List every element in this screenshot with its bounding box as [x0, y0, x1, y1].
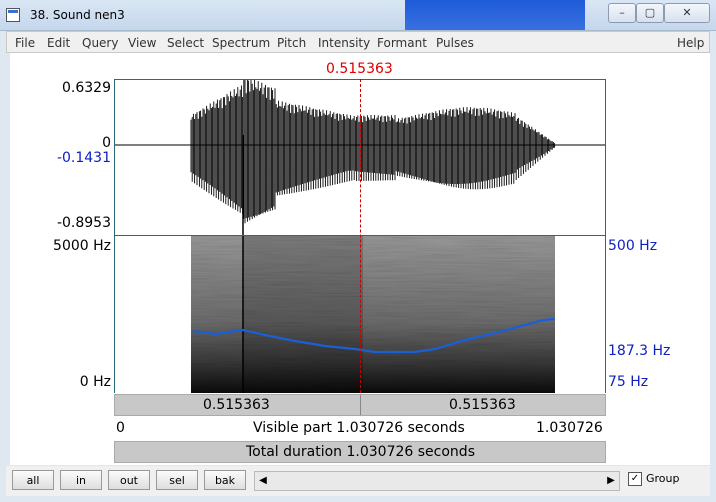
- group-checkbox[interactable]: ✓: [628, 472, 642, 486]
- cursor-time-label: 0.515363: [326, 61, 393, 77]
- total-duration-bar[interactable]: Total duration 1.030726 seconds: [114, 441, 606, 463]
- menu-query[interactable]: Query: [82, 36, 118, 50]
- visible-end: 1.030726: [536, 420, 603, 436]
- selection-left-time: 0.515363: [203, 397, 270, 413]
- group-label: Group: [646, 472, 680, 485]
- menu-pulses[interactable]: Pulses: [436, 36, 474, 50]
- menu-file[interactable]: File: [15, 36, 35, 50]
- zoom-back-button[interactable]: bak: [204, 470, 246, 490]
- menu-spectrum[interactable]: Spectrum: [212, 36, 270, 50]
- visible-start: 0: [116, 420, 125, 436]
- menu-pitch[interactable]: Pitch: [277, 36, 306, 50]
- scroll-right-icon[interactable]: ▶: [604, 473, 618, 489]
- waveform-zero-label: 0: [102, 135, 111, 151]
- visible-part-bar[interactable]: 0 Visible part 1.030726 seconds 1.030726: [114, 418, 606, 440]
- menu-select[interactable]: Select: [167, 36, 204, 50]
- waveform-max-label: 0.6329: [62, 80, 111, 96]
- selection-bar[interactable]: 0.515363 0.515363: [114, 394, 606, 416]
- window-title: 38. Sound nen3: [30, 8, 125, 22]
- total-duration-label: Total duration 1.030726 seconds: [246, 444, 475, 460]
- horizontal-scrollbar[interactable]: ◀ ▶: [254, 471, 620, 491]
- pitch-cursor-value: 187.3 Hz: [608, 343, 671, 359]
- zoom-selection-button[interactable]: sel: [156, 470, 198, 490]
- menu-help[interactable]: Help: [677, 36, 704, 50]
- menu-edit[interactable]: Edit: [47, 36, 70, 50]
- pitch-bottom-label: 75 Hz: [608, 374, 649, 390]
- minimize-button[interactable]: –: [608, 3, 636, 23]
- zoom-in-button[interactable]: in: [60, 470, 102, 490]
- zoom-all-button[interactable]: all: [12, 470, 54, 490]
- praat-window-icon: [6, 8, 20, 22]
- waveform-cursor-value: -0.1431: [56, 150, 111, 166]
- visible-part-label: Visible part 1.030726 seconds: [253, 420, 465, 436]
- maximize-button[interactable]: ▢: [636, 3, 664, 23]
- time-cursor-line: [360, 79, 361, 393]
- spectrogram-bottom-freq: 0 Hz: [79, 374, 111, 390]
- menu-view[interactable]: View: [128, 36, 156, 50]
- bottom-controls: all in out sel bak ◀ ▶ ✓ Group: [6, 466, 710, 496]
- selection-right-time: 0.515363: [449, 397, 516, 413]
- spectrogram-top-freq: 5000 Hz: [53, 238, 111, 254]
- menu-formant[interactable]: Formant: [377, 36, 427, 50]
- menu-bar: File Edit Query View Select Spectrum Pit…: [6, 31, 710, 53]
- waveform-min-label: -0.8953: [56, 215, 111, 231]
- close-button[interactable]: ✕: [664, 3, 710, 23]
- pitch-top-label: 500 Hz: [608, 238, 658, 254]
- zoom-out-button[interactable]: out: [108, 470, 150, 490]
- scroll-left-icon[interactable]: ◀: [256, 473, 270, 489]
- selection-divider: [360, 395, 361, 415]
- menu-intensity[interactable]: Intensity: [318, 36, 370, 50]
- background-window-strip: [405, 0, 585, 30]
